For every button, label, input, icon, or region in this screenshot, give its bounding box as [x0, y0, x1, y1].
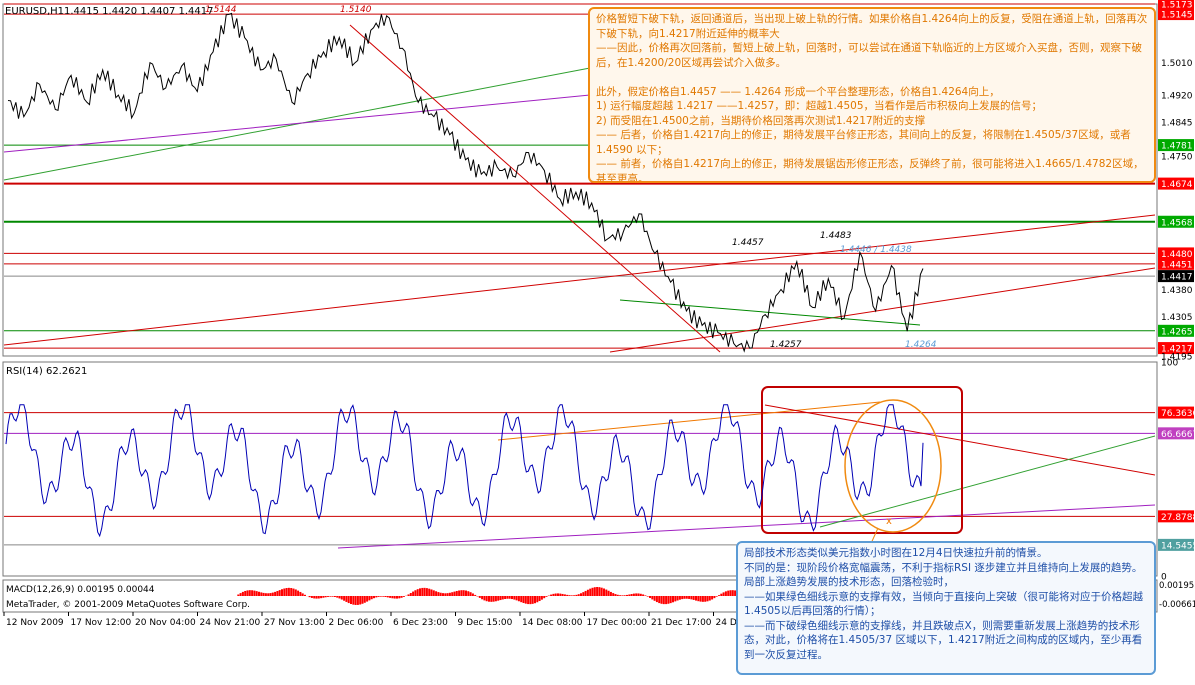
- time-tick-label: 9 Dec 15:00: [458, 618, 513, 628]
- macd-tick-label: -0.00661: [1159, 600, 1195, 610]
- rsi-tick-label: 14.5455: [1161, 541, 1195, 551]
- point-x-marker: x: [886, 516, 892, 527]
- price-point-label: 1.4457: [732, 238, 764, 248]
- macd-tick-label: 0.00195: [1159, 581, 1194, 591]
- rsi-tick-label: 66.6667: [1161, 430, 1195, 440]
- time-axis: 12 Nov 2009 17 Nov 12:00 20 Nov 04:00 24 No…: [3, 612, 776, 628]
- price-point-label: 1.4446 / 1.4438: [840, 245, 912, 255]
- price-point-label: 1.4257: [770, 340, 802, 350]
- price-point-label: 1.4264: [905, 340, 937, 350]
- analysis-callout-top: 价格暂短下破下轨，返回通道后，当出现上破上轨的行情。如果价格自1.4264向上的…: [588, 7, 1156, 183]
- time-tick-label: 27 Nov 13:00: [264, 618, 325, 628]
- time-tick-label: 17 Nov 12:00: [71, 618, 132, 628]
- price-tick-label: 1.4568: [1161, 218, 1193, 228]
- time-tick-label: 24 Nov 21:00: [200, 618, 261, 628]
- rsi-label: RSI(14) 62.2621: [6, 366, 87, 377]
- time-tick-label: 6 Dec 23:00: [393, 618, 448, 628]
- analysis-callout-bottom: 局部技术形态类似美元指数小时图在12月4日快速拉升前的情景。 不同的是：现阶段价…: [736, 541, 1156, 675]
- price-tick-label: 1.4750: [1161, 153, 1193, 163]
- time-tick-label: 17 Dec 00:00: [587, 618, 648, 628]
- price-point-label: 1.5140: [340, 5, 372, 15]
- copyright-label: MetaTrader, © 2001-2009 MetaQuotes Softw…: [6, 600, 250, 610]
- time-tick-label: 14 Dec 08:00: [522, 618, 583, 628]
- price-tick-label: 1.4920: [1161, 92, 1193, 102]
- time-tick-label: 21 Dec 17:00: [651, 618, 712, 628]
- price-tick-label: 1.4845: [1161, 119, 1193, 129]
- price-tick-label: 1.4380: [1161, 286, 1193, 296]
- price-tick-label: 1.5010: [1161, 59, 1193, 69]
- time-tick-label: 20 Nov 04:00: [135, 618, 196, 628]
- rsi-tick-label: 27.8788: [1161, 513, 1195, 523]
- price-tick-label: 1.4781: [1161, 142, 1193, 152]
- price-tick-label: 1.4674: [1161, 180, 1193, 190]
- time-tick-label: 12 Nov 2009: [6, 618, 64, 628]
- price-tick-label: 1.4417: [1161, 273, 1193, 283]
- y-axis: 1.51731.51451.50101.49201.48451.47811.47…: [1158, 0, 1195, 610]
- symbol-label: EURUSD,H1: [5, 6, 64, 17]
- price-tick-label: 1.4451: [1161, 260, 1193, 270]
- time-tick-label: 2 Dec 06:00: [329, 618, 384, 628]
- macd-label: MACD(12,26,9) 0.00195 0.00044: [6, 585, 155, 595]
- quote-label: 1.4415 1.4420 1.4407 1.4417: [64, 6, 214, 17]
- price-tick-label: 1.4305: [1161, 313, 1193, 323]
- rsi-tick-label: 76.3636: [1161, 409, 1195, 419]
- rsi-tick-label: 100: [1161, 359, 1178, 369]
- price-point-label: 1.4483: [820, 231, 852, 241]
- price-tick-label: 1.4265: [1161, 327, 1193, 337]
- price-tick-label: 1.5145: [1161, 11, 1193, 21]
